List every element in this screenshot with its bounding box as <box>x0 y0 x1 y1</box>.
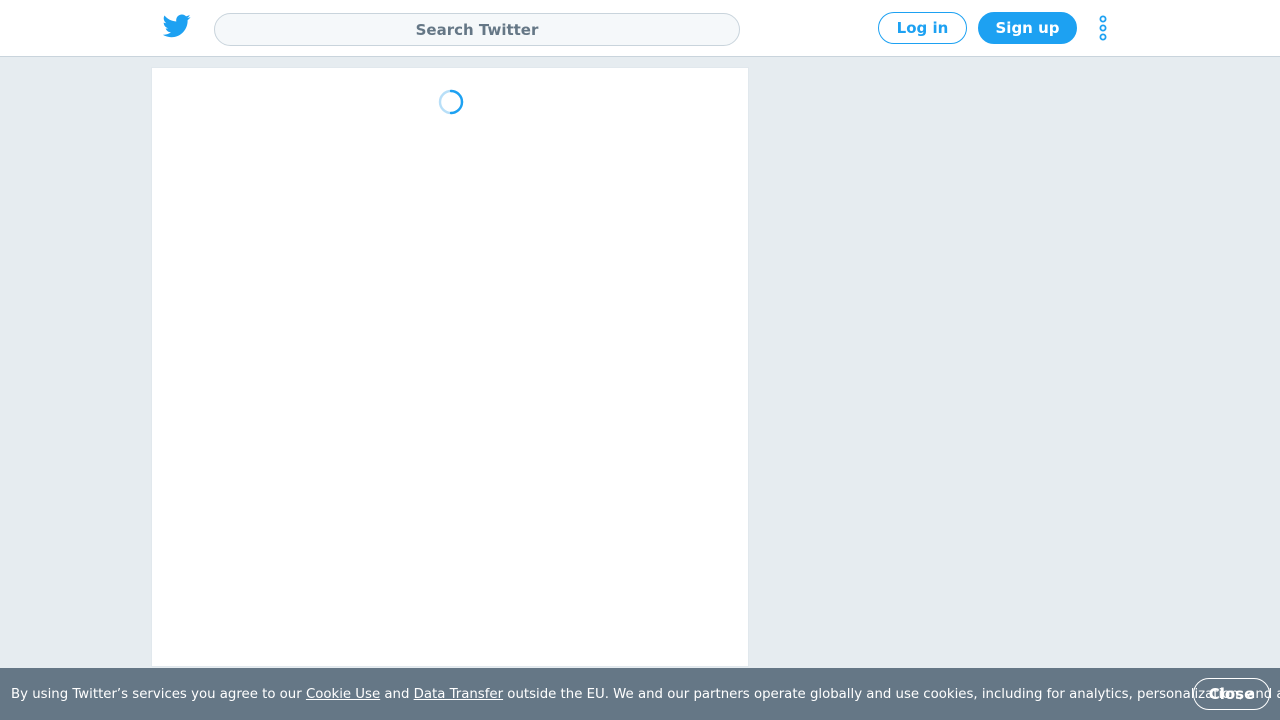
top-navigation-bar: Log in Sign up <box>0 0 1280 57</box>
more-vertical-icon[interactable] <box>1094 14 1112 42</box>
data-transfer-link[interactable]: Data Transfer <box>414 687 503 702</box>
cookie-text-and: and <box>380 686 414 702</box>
cookie-text-after: outside the EU. We and our partners oper… <box>503 686 1280 702</box>
search-box[interactable] <box>214 13 740 46</box>
main-timeline-panel <box>151 67 749 667</box>
login-button[interactable]: Log in <box>878 12 967 44</box>
cookie-consent-banner: By using Twitter’s services you agree to… <box>0 668 1280 720</box>
close-banner-button[interactable]: Close <box>1193 678 1270 710</box>
search-input[interactable] <box>215 20 739 39</box>
signup-button[interactable]: Sign up <box>978 12 1077 44</box>
loading-spinner-icon <box>438 89 464 115</box>
twitter-bird-icon[interactable] <box>162 14 191 38</box>
cookie-use-link[interactable]: Cookie Use <box>306 687 380 702</box>
cookie-text-before: By using Twitter’s services you agree to… <box>11 686 306 702</box>
cookie-message: By using Twitter’s services you agree to… <box>11 687 1280 702</box>
